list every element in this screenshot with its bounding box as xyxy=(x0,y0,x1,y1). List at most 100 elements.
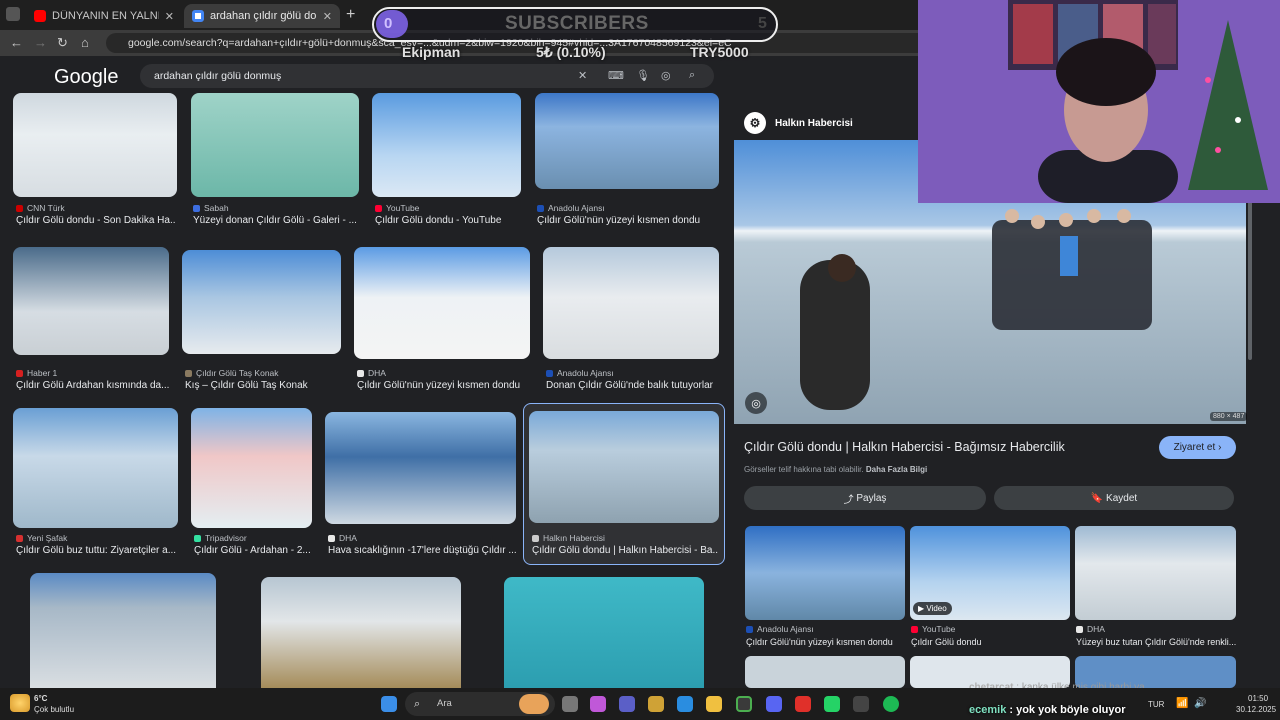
visit-button[interactable]: Ziyaret et › xyxy=(1159,436,1236,459)
subscriber-goal: 5 xyxy=(758,15,767,32)
whatsapp-icon[interactable] xyxy=(824,696,840,712)
result-image[interactable] xyxy=(372,93,521,197)
image-dimensions: 880 × 487 xyxy=(1210,412,1248,421)
share-icon: ⤴ xyxy=(843,494,854,506)
result-image[interactable] xyxy=(535,93,719,189)
result-image[interactable] xyxy=(30,573,216,688)
result-image[interactable] xyxy=(191,93,359,197)
volume-icon[interactable]: 🔊 xyxy=(1194,698,1206,709)
folder-icon[interactable] xyxy=(706,696,722,712)
back-icon[interactable]: ← xyxy=(10,35,23,50)
tab-google[interactable]: ardahan çıldır gölü donmuş - G ✕ xyxy=(184,4,340,28)
source-label: DHA xyxy=(1087,624,1105,634)
weather-icon[interactable] xyxy=(10,694,30,712)
related-image[interactable] xyxy=(1075,526,1236,620)
taskbar-search-placeholder: Ara xyxy=(437,698,452,709)
obs-icon[interactable] xyxy=(853,696,869,712)
keyboard-icon[interactable]: ⌨ xyxy=(608,69,624,82)
search-icon[interactable]: ⌕ xyxy=(689,69,695,82)
site-icon xyxy=(546,369,553,377)
close-icon[interactable]: ✕ xyxy=(323,10,332,23)
file-icon[interactable] xyxy=(648,696,664,712)
source-label: Anadolu Ajansı xyxy=(548,203,605,213)
result-title[interactable]: Çıldır Gölü dondu - Son Dakika Ha... xyxy=(16,215,176,226)
result-image[interactable] xyxy=(13,408,178,528)
source-label: Tripadvisor xyxy=(205,533,247,543)
related-image[interactable] xyxy=(745,656,905,688)
result-image[interactable] xyxy=(261,577,461,688)
lens-icon[interactable]: ◎ xyxy=(661,69,671,82)
copilot-icon[interactable] xyxy=(590,696,606,712)
related-title[interactable]: Çıldır Gölü'nün yüzeyi kısmen dondu xyxy=(746,637,904,647)
app-icon[interactable] xyxy=(795,696,811,712)
language-indicator[interactable]: TUR xyxy=(1148,700,1164,709)
related-title[interactable]: Yüzeyi buz tutan Çıldır Gölü'nde renkli.… xyxy=(1076,637,1236,647)
chrome-icon[interactable] xyxy=(736,696,752,712)
result-title[interactable]: Kış – Çıldır Gölü Taş Konak xyxy=(185,380,340,391)
result-title[interactable]: Çıldır Gölü dondu - YouTube xyxy=(375,215,525,226)
task-view-icon[interactable] xyxy=(562,696,578,712)
result-title[interactable]: Çıldır Gölü dondu | Halkın Habercisi - B… xyxy=(532,545,718,556)
new-tab-button[interactable]: + xyxy=(346,6,355,24)
visit-label: Ziyaret et xyxy=(1173,442,1216,453)
clock-time[interactable]: 01:50 xyxy=(1248,694,1268,703)
source-label: YouTube xyxy=(386,203,420,213)
weather-temp: 6°C xyxy=(34,694,48,703)
clear-icon[interactable]: ✕ xyxy=(578,69,587,82)
more-info-link[interactable]: Daha Fazla Bilgi xyxy=(866,465,927,474)
copyright-text: Görseller telif hakkına tabi olabilir. xyxy=(744,465,864,474)
reload-icon[interactable]: ↻ xyxy=(57,35,68,51)
microphone-icon[interactable]: 🎙 xyxy=(636,69,650,82)
result-image[interactable] xyxy=(543,247,719,359)
teams-icon[interactable] xyxy=(619,696,635,712)
result-image[interactable] xyxy=(325,412,516,524)
result-image[interactable] xyxy=(504,577,704,688)
result-image[interactable] xyxy=(354,247,530,359)
result-source: CNN Türk xyxy=(16,203,65,213)
related-image[interactable] xyxy=(745,526,905,620)
result-image[interactable] xyxy=(191,408,312,528)
widget-icon[interactable] xyxy=(519,694,549,714)
result-image[interactable] xyxy=(182,250,341,354)
tab-youtube[interactable]: DÜNYANIN EN YALNIZ EVİNDE ✕ xyxy=(26,4,182,28)
donation-amount: 5₺ (0.10%) xyxy=(536,44,606,60)
result-title[interactable]: Yüzeyi donan Çıldır Gölü - Galeri - ... xyxy=(193,215,358,226)
related-source: YouTube xyxy=(911,624,955,634)
home-icon[interactable]: ⌂ xyxy=(81,35,89,50)
save-button[interactable]: 🔖 Kaydet xyxy=(994,486,1234,510)
share-button[interactable]: ⤴ Paylaş xyxy=(744,486,986,510)
preview-title[interactable]: Çıldır Gölü dondu | Halkın Habercisi - B… xyxy=(744,440,1065,454)
site-icon xyxy=(193,204,200,212)
wifi-icon[interactable]: 📶 xyxy=(1176,698,1188,709)
google-icon xyxy=(192,10,204,22)
result-title[interactable]: Çıldır Gölü buz tuttu: Ziyaretçiler a... xyxy=(16,545,176,556)
discord-icon[interactable] xyxy=(766,696,782,712)
result-title[interactable]: Hava sıcaklığının -17'lere düştüğü Çıldı… xyxy=(328,545,518,556)
related-source: DHA xyxy=(1076,624,1105,634)
close-icon[interactable]: ✕ xyxy=(165,10,174,23)
publisher[interactable]: ⚙ Halkın Habercisi xyxy=(744,112,853,134)
spotify-icon[interactable] xyxy=(883,696,899,712)
tab-menu-icon[interactable] xyxy=(6,7,20,21)
lens-search-icon[interactable]: ◎ xyxy=(745,392,767,414)
save-label: Kaydet xyxy=(1106,492,1138,504)
result-title[interactable]: Donan Çıldır Gölü'nde balık tutuyorlar xyxy=(546,380,721,391)
windows-start-icon[interactable] xyxy=(381,696,397,712)
webcam-image xyxy=(918,0,1280,203)
clock-date[interactable]: 30.12.2025 xyxy=(1236,705,1276,714)
result-title[interactable]: Çıldır Gölü'nün yüzeyi kısmen dondu xyxy=(357,380,532,391)
google-logo[interactable]: Google xyxy=(54,66,119,89)
result-image[interactable] xyxy=(13,93,177,197)
related-title[interactable]: Çıldır Gölü dondu xyxy=(911,637,1069,647)
result-title[interactable]: Çıldır Gölü'nün yüzeyi kısmen dondu xyxy=(537,215,722,226)
panel-scrollbar[interactable] xyxy=(1248,200,1252,360)
edge-icon[interactable] xyxy=(677,696,693,712)
forward-icon[interactable]: → xyxy=(34,35,47,50)
result-image[interactable] xyxy=(13,247,169,355)
bookmark-icon: 🔖 xyxy=(1090,492,1104,504)
search-input[interactable]: ardahan çıldır gölü donmuş xyxy=(140,64,714,88)
result-title[interactable]: Çıldır Gölü - Ardahan - 2... xyxy=(194,545,314,556)
result-title[interactable]: Çıldır Gölü Ardahan kısmında da... xyxy=(16,380,171,391)
result-image[interactable] xyxy=(529,411,719,523)
weather-desc: Çok bulutlu xyxy=(34,705,75,714)
